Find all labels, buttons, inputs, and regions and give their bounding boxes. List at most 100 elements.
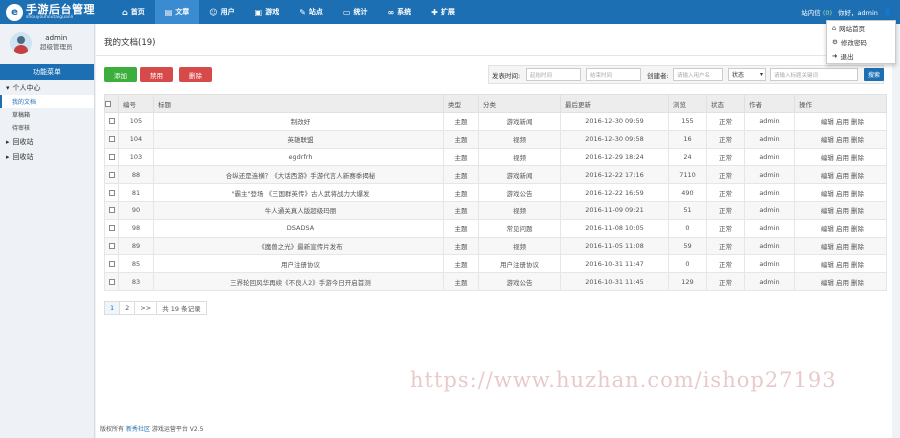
col-status: 状态 [706, 94, 745, 113]
cell-id: 104 [118, 129, 154, 149]
cell-updated: 2016-11-08 10:05 [560, 218, 669, 238]
cell-title-link[interactable]: 用户注册协议 [153, 254, 444, 274]
sidebar-item-pending[interactable]: 待审核 [0, 121, 94, 134]
nav-system[interactable]: ∞ 系统 [377, 0, 421, 24]
greeting[interactable]: 你好，admin [838, 7, 878, 17]
cell-title-link[interactable]: 合纵还是连横？《大话西游》手游代言人新赛季揭秘 [153, 165, 444, 185]
nav-site[interactable]: ✎ 站点 [289, 0, 333, 24]
page-2-link[interactable]: 2 [119, 301, 136, 315]
menu-header: 功能菜单 [0, 64, 94, 80]
cell-title-link[interactable]: "霸主"登场 《三国群英传》古人武将战力大爆发 [153, 183, 444, 202]
messages-link[interactable]: 站内信 (0) [801, 7, 832, 17]
dropdown-item-label: 网站首页 [839, 25, 866, 33]
col-type: 类型 [443, 94, 479, 113]
cell-type: 主题 [443, 183, 479, 202]
dropdown-item-logout[interactable]: ➜ 退出 [827, 49, 895, 63]
cell-title-link[interactable]: 制改好 [153, 112, 444, 131]
disable-button[interactable]: 禁用 [140, 67, 173, 82]
cell-views: 129 [668, 272, 707, 291]
page-1-link[interactable]: 1 [104, 301, 121, 315]
app-logo[interactable]: e 手游后台管理 shouyouhoutaiguanli [6, 3, 95, 21]
keyword-input[interactable]: 请输入标题关键词 [770, 68, 858, 81]
row-checkbox[interactable] [108, 189, 115, 196]
dropdown-item-home[interactable]: ⌂ 网站首页 [827, 21, 895, 35]
row-checkbox[interactable] [108, 242, 115, 249]
row-checkbox[interactable] [108, 171, 115, 178]
cell-category: 常见问题 [478, 218, 561, 238]
cell-ops[interactable]: 编辑 启用 删除 [794, 165, 887, 185]
author-input[interactable]: 请输入用户名 [673, 68, 723, 81]
cell-ops[interactable]: 编辑 启用 删除 [794, 236, 887, 256]
row-checkbox[interactable] [108, 153, 115, 160]
cell-ops[interactable]: 编辑 启用 删除 [794, 254, 887, 274]
row-checkbox[interactable] [108, 225, 115, 232]
nav-extensions[interactable]: ✚ 扩展 [421, 0, 465, 24]
row-checkbox[interactable] [108, 207, 115, 214]
cell-ops[interactable]: 编辑 启用 删除 [794, 272, 887, 291]
avatar [10, 32, 32, 54]
col-id: 编号 [118, 94, 154, 113]
table-row: 89 《魔兽之光》最新宣传片发布 主题 视频 2016-11-05 11:08 59 正常 a… [104, 236, 887, 256]
user-icon[interactable]: 👤 [884, 8, 892, 16]
end-time-input[interactable]: 结束时间 [586, 68, 641, 81]
sidebar-group-recycle[interactable]: ▸ 回收站 [0, 134, 94, 149]
row-checkbox[interactable] [108, 136, 115, 143]
nav-articles[interactable]: ▤ 文章 [154, 0, 200, 24]
cell-title-link[interactable]: egdrfrh [153, 147, 444, 167]
table-row: 85 用户注册协议 主题 用户注册协议 2016-10-31 11:47 0 正常 admin… [104, 254, 887, 274]
cell-title-link[interactable]: 《魔兽之光》最新宣传片发布 [153, 236, 444, 256]
cell-title-link[interactable]: 英雄联盟 [153, 129, 444, 149]
row-checkbox[interactable] [108, 278, 115, 285]
select-all-checkbox[interactable] [104, 94, 119, 113]
row-checkbox[interactable] [108, 118, 115, 125]
sidebar-item-my-docs[interactable]: 我的文档 [0, 95, 94, 108]
cell-title-link[interactable]: 牛人通关真人版超级玛丽 [153, 200, 444, 220]
nav-users[interactable]: ☺ 用户 [199, 0, 244, 24]
search-button[interactable]: 搜索 [864, 68, 884, 81]
cell-ops[interactable]: 编辑 启用 删除 [794, 183, 887, 202]
cell-id: 85 [118, 254, 154, 274]
cell-author: admin [744, 218, 795, 238]
next-page-link[interactable]: >> [134, 301, 158, 315]
cell-title-link[interactable]: 三界轮回风华再续《不良人2》手游今日开启首测 [153, 272, 444, 291]
sidebar-item-drafts[interactable]: 草稿箱 [0, 108, 94, 121]
monitor-icon: ▭ [342, 7, 351, 17]
cell-ops[interactable]: 编辑 启用 删除 [794, 112, 887, 131]
dropdown-item-label: 退出 [840, 53, 854, 61]
start-time-input[interactable]: 起始时间 [526, 68, 581, 81]
dropdown-item-password[interactable]: ⚙ 修改密码 [827, 35, 895, 49]
nav-stats[interactable]: ▭ 统计 [333, 0, 378, 24]
cell-category: 游戏公告 [478, 183, 561, 202]
cell-updated: 2016-11-05 11:08 [560, 236, 669, 256]
nav-users-label: 用户 [220, 8, 235, 16]
cell-author: admin [744, 183, 795, 202]
footer-link[interactable]: 新秀社区 [126, 426, 150, 433]
table-row: 103 egdrfrh 主题 视频 2016-12-29 18:24 24 正常 admin 编… [104, 147, 887, 167]
col-category: 分类 [478, 94, 561, 113]
nav-home[interactable]: ⌂ 首页 [112, 0, 155, 24]
checkbox[interactable] [105, 100, 111, 107]
cell-ops[interactable]: 编辑 启用 删除 [794, 129, 887, 149]
sidebar-group-recycle-2[interactable]: ▸ 回收站 [0, 149, 94, 164]
cell-id: 83 [118, 272, 154, 291]
nav-games[interactable]: ▣ 游戏 [245, 0, 290, 24]
table-row: 105 制改好 主题 游戏新闻 2016-12-30 09:59 155 正常 admin 编辑… [104, 112, 887, 131]
cell-ops[interactable]: 编辑 启用 删除 [794, 147, 887, 167]
articles-table: 编号 标题 类型 分类 最后更新 浏览 状态 作者 操作 105 制改好 主题 游戏新… [104, 94, 887, 291]
row-checkbox[interactable] [108, 260, 115, 267]
site-icon: ✎ [299, 7, 306, 17]
col-author: 作者 [744, 94, 795, 113]
cell-title-link[interactable]: DSADSA [153, 218, 444, 238]
add-button[interactable]: 添加 [104, 67, 137, 82]
current-user: admin [857, 9, 878, 17]
home-icon: ⌂ [122, 7, 128, 17]
cell-views: 24 [668, 147, 707, 167]
nav-site-label: 站点 [308, 8, 323, 16]
cell-author: admin [744, 272, 795, 291]
user-icon: ☺ [209, 7, 218, 17]
sidebar-group-personal[interactable]: ▾ 个人中心 [0, 80, 94, 95]
delete-button[interactable]: 删除 [179, 67, 212, 82]
cell-ops[interactable]: 编辑 启用 删除 [794, 200, 887, 220]
cell-ops[interactable]: 编辑 启用 删除 [794, 218, 887, 238]
status-select[interactable]: 状态 ▾ [728, 68, 766, 81]
